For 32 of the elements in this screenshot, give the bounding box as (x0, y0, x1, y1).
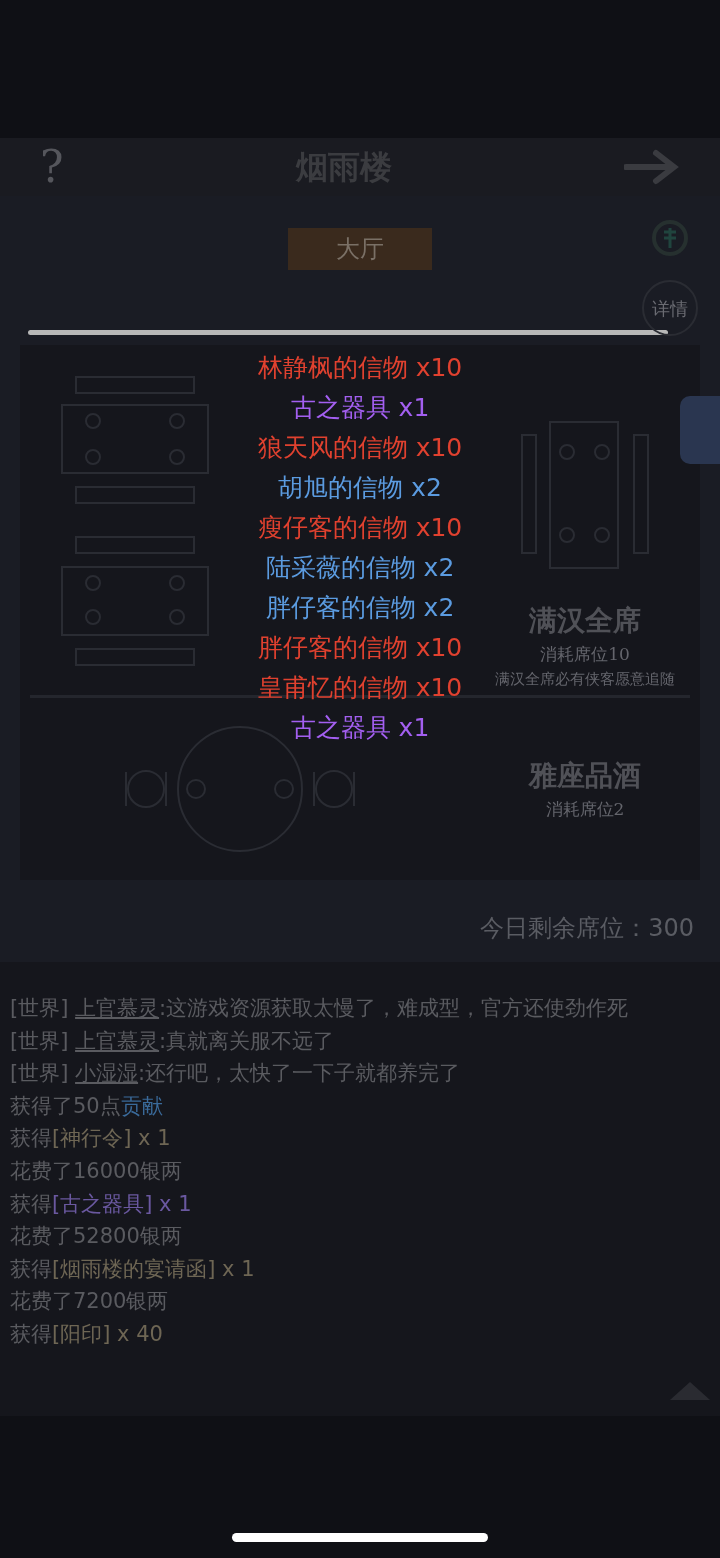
reward-text: 胡旭的信物 x2 (278, 472, 442, 504)
chat-message: [世界] 上官慕灵:这游戏资源获取太慢了，难成型，官方还使劲作死 (10, 995, 630, 1022)
chat-message: 花费了16000银两 (10, 1157, 183, 1185)
chat-message: 获得[古之器具] x 1 (10, 1190, 193, 1218)
help-button[interactable]: ? (40, 142, 64, 192)
reward-text: 胖仔客的信物 x10 (257, 632, 463, 664)
chat-message: 获得[烟雨楼的宴请函] x 1 (10, 1255, 256, 1283)
chat-message: 获得[神行令] x 1 (10, 1125, 172, 1153)
reward-text: 皇甫忆的信物 x10 (257, 672, 463, 704)
chat-message: [世界] 上官慕灵:真就离关服不远了 (10, 1027, 336, 1055)
card-thumbnail (680, 396, 720, 464)
reward-text: 瘦仔客的信物 x10 (257, 512, 463, 544)
reward-text: 林静枫的信物 x10 (257, 352, 463, 384)
chat-message: 获得了50点贡献 (10, 1092, 164, 1120)
banquet-title[interactable]: 雅座品酒 (529, 755, 641, 798)
swirl-icon[interactable] (650, 218, 690, 258)
reward-text: 古之器具 x1 (290, 392, 430, 424)
chat-message: [世界] 小湿湿:还行吧，太快了一下子就都养完了 (10, 1060, 462, 1088)
banquet-title[interactable]: 满汉全席 (529, 600, 641, 642)
banquet-cost: 消耗席位2 (545, 798, 625, 822)
reward-text: 古之器具 x1 (290, 712, 430, 744)
seats-remaining: 今日剩余席位：300 (480, 913, 694, 944)
banquet-description: 满汉全席必有侠客愿意追随 (495, 668, 675, 690)
reward-text: 狼天风的信物 x10 (257, 432, 463, 464)
hall-tab[interactable]: 大厅 (288, 228, 432, 270)
chat-message: 花费了52800银两 (10, 1223, 183, 1251)
reward-text: 胖仔客的信物 x2 (265, 592, 455, 624)
arrow-right-icon[interactable] (624, 149, 680, 185)
reward-text: 陆采薇的信物 x2 (265, 552, 455, 584)
chat-message: 花费了7200银两 (10, 1288, 170, 1316)
banquet-cost: 消耗席位10 (540, 643, 630, 666)
chat-message: 获得[阳印] x 40 (10, 1320, 164, 1348)
